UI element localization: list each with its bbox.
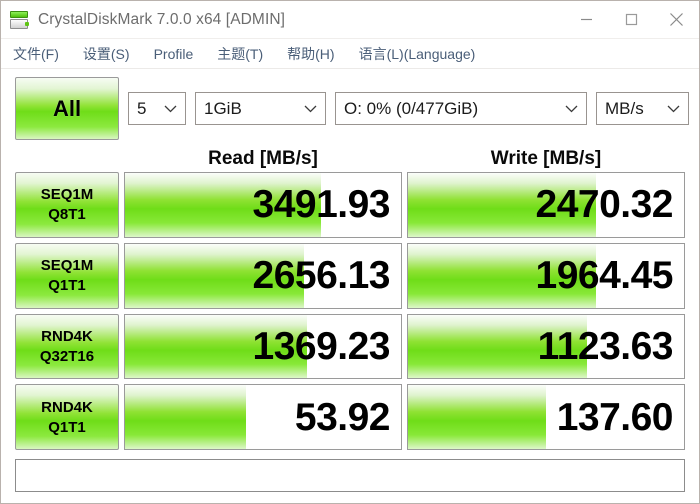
test-label-bottom: Q8T1	[48, 206, 86, 224]
result-cell-read: 53.92	[124, 384, 402, 450]
result-value-read: 3491.93	[252, 183, 391, 227]
result-bar-read	[125, 385, 247, 449]
table-row: RND4K Q1T1 53.92 137.60	[15, 384, 685, 450]
result-cell-write: 1123.63	[407, 313, 685, 380]
menu-item-language[interactable]: 语言(L)(Language)	[358, 43, 477, 65]
result-value-read: 1369.23	[252, 324, 391, 368]
column-headers: Read [MB/s] Write [MB/s]	[1, 144, 699, 172]
chevron-down-icon	[659, 104, 684, 113]
run-all-button[interactable]: All	[15, 77, 119, 140]
test-label-top: RND4K	[41, 327, 93, 345]
test-label-top: SEQ1M	[40, 257, 94, 275]
chevron-down-icon	[156, 104, 181, 113]
chevron-down-icon	[557, 104, 582, 113]
table-row: RND4K Q32T16 1369.23 1123.63	[15, 313, 685, 380]
test-button-rnd4k-q32t16[interactable]: RND4K Q32T16	[15, 313, 119, 380]
maximize-icon[interactable]	[609, 1, 654, 38]
title-bar: CrystalDiskMark 7.0.0 x64 [ADMIN]	[1, 1, 699, 39]
menu-item-settings[interactable]: 设置(S)	[82, 43, 131, 65]
test-label-top: RND4K	[41, 398, 93, 416]
column-header-write: Write [MB/s]	[490, 148, 602, 169]
result-cell-write: 137.60	[407, 384, 685, 450]
unit-select[interactable]: MB/s	[596, 92, 689, 125]
test-button-rnd4k-q1t1[interactable]: RND4K Q1T1	[15, 384, 119, 450]
table-row: SEQ1M Q1T1 2656.13 1964.45	[15, 242, 685, 309]
result-value-read: 2656.13	[252, 254, 391, 298]
result-cell-read: 1369.23	[124, 313, 402, 380]
header-spacer	[15, 148, 119, 170]
test-count-select[interactable]: 5	[128, 92, 186, 125]
result-value-write: 137.60	[556, 395, 674, 439]
test-label-bottom: Q32T16	[39, 347, 95, 365]
drive-value: O: 0% (0/477GiB)	[344, 98, 479, 118]
unit-value: MB/s	[605, 98, 644, 118]
result-value-write: 2470.32	[535, 183, 674, 227]
table-row: SEQ1M Q8T1 3491.93 2470.32	[15, 172, 685, 238]
minimize-icon[interactable]	[564, 1, 609, 38]
menu-item-profile[interactable]: Profile	[153, 45, 195, 63]
drive-select[interactable]: O: 0% (0/477GiB)	[335, 92, 587, 125]
result-cell-write: 1964.45	[407, 242, 685, 309]
test-button-seq1m-q1t1[interactable]: SEQ1M Q1T1	[15, 242, 119, 309]
window-title: CrystalDiskMark 7.0.0 x64 [ADMIN]	[38, 10, 286, 28]
test-label-bottom: Q1T1	[48, 277, 86, 295]
crystaldiskmark-icon	[9, 9, 31, 31]
result-value-read: 53.92	[294, 395, 391, 439]
menu-bar: 文件(F) 设置(S) Profile 主题(T) 帮助(H) 语言(L)(La…	[1, 39, 699, 69]
menu-item-file[interactable]: 文件(F)	[12, 43, 60, 65]
comment-area	[1, 450, 699, 503]
menu-item-theme[interactable]: 主题(T)	[216, 43, 264, 65]
crystaldiskmark-window: CrystalDiskMark 7.0.0 x64 [ADMIN] 文件(F) …	[0, 0, 700, 504]
chevron-down-icon	[296, 104, 321, 113]
window-controls	[564, 1, 699, 38]
results-grid: SEQ1M Q8T1 3491.93 2470.32 SEQ1M Q1T1 26…	[1, 172, 699, 450]
test-size-select[interactable]: 1GiB	[195, 92, 326, 125]
test-size-value: 1GiB	[204, 98, 242, 118]
result-cell-read: 3491.93	[124, 172, 402, 238]
result-cell-write: 2470.32	[407, 172, 685, 238]
column-header-read: Read [MB/s]	[208, 148, 318, 169]
comment-input[interactable]	[15, 459, 685, 492]
result-bar-write	[408, 385, 546, 449]
test-label-bottom: Q1T1	[48, 418, 86, 436]
close-icon[interactable]	[654, 1, 699, 38]
test-button-seq1m-q8t1[interactable]: SEQ1M Q8T1	[15, 172, 119, 238]
result-value-write: 1964.45	[535, 254, 674, 298]
result-cell-read: 2656.13	[124, 242, 402, 309]
toolbar: All 5 1GiB O: 0% (0/477GiB) MB/s	[1, 69, 699, 144]
result-value-write: 1123.63	[537, 324, 674, 368]
test-count-value: 5	[137, 98, 147, 118]
test-label-top: SEQ1M	[40, 186, 94, 204]
menu-item-help[interactable]: 帮助(H)	[286, 43, 335, 65]
